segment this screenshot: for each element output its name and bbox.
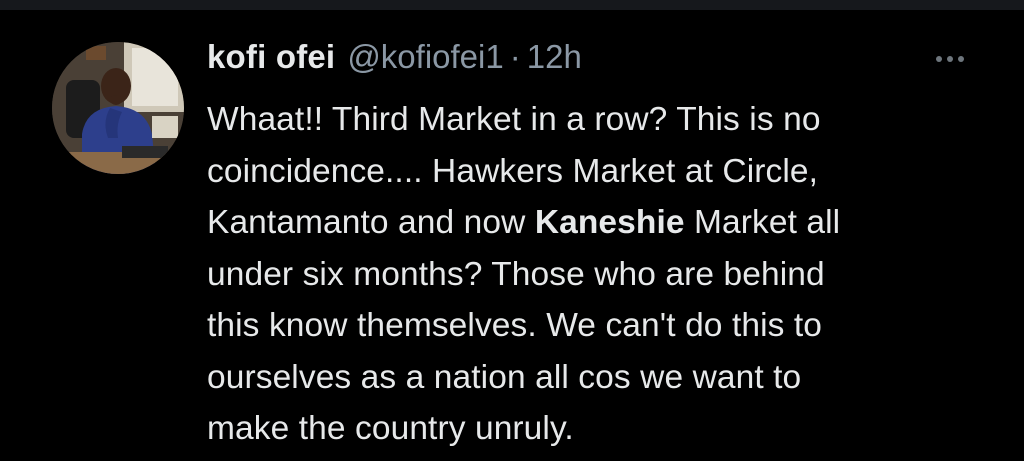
- tweet-text-line: make the country unruly.: [207, 410, 574, 447]
- tweet-text-line: Kantamanto and now Kaneshie Market all: [207, 204, 841, 241]
- author-handle[interactable]: @kofiofei1: [347, 38, 503, 76]
- tweet-text-line: this know themselves. We can't do this t…: [207, 307, 823, 344]
- ellipsis-icon: [936, 56, 942, 62]
- tweet-text-line: under six months? Those who are behind: [207, 255, 825, 293]
- avatar-image: [52, 42, 184, 174]
- author-display-name[interactable]: kofi ofei: [207, 38, 335, 76]
- more-options-button[interactable]: [928, 44, 972, 74]
- tweet-card[interactable]: kofi ofei @kofiofei1 · 12h Whaat!! Third…: [0, 0, 1024, 461]
- tweet-text-line: coincidence.... Hawkers Market at Circle…: [207, 152, 819, 190]
- ellipsis-icon: [947, 56, 953, 62]
- tweet-header: kofi ofei @kofiofei1 · 12h: [207, 38, 582, 88]
- tweet-text: Whaat!! Third Market in a row? This is n…: [207, 94, 1007, 455]
- tweet-text-line: ourselves as a nation all cos we want to: [207, 358, 802, 396]
- header-separator: ·: [509, 38, 521, 75]
- tweet-text-line: Whaat!! Third Market in a row? This is n…: [207, 101, 821, 138]
- ellipsis-icon: [958, 56, 964, 62]
- avatar[interactable]: [52, 42, 184, 174]
- bold-keyword: Kaneshie: [534, 204, 685, 241]
- top-divider: [0, 0, 1024, 10]
- tweet-timestamp[interactable]: 12h: [527, 38, 582, 76]
